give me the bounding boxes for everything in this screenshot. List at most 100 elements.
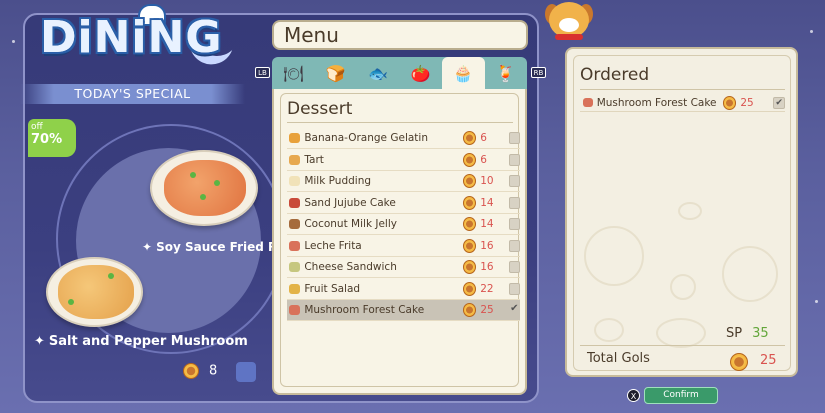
gol-coin-icon (722, 95, 737, 110)
gol-coin-icon (462, 131, 477, 145)
menu-item-price: 14 (480, 197, 494, 209)
menu-item-price: 10 (480, 175, 494, 187)
dessert-food-icon (289, 262, 301, 272)
dessert-food-icon (289, 219, 301, 229)
dog-mascot-icon (545, 0, 593, 44)
lb-button-icon[interactable]: LB (255, 67, 270, 78)
menu-item-price: 22 (480, 283, 494, 295)
drink-icon: 🍹 (495, 63, 516, 83)
confirm-button[interactable]: Confirm (644, 387, 718, 404)
dessert-food-icon (289, 176, 301, 186)
menu-item-name: Coconut Milk Jelly (304, 218, 397, 230)
gol-coin-icon (462, 239, 477, 253)
menu-item[interactable]: Banana-Orange Gelatin 6 (287, 128, 520, 149)
star-decoration (12, 40, 15, 43)
dish-name: Salt and Pepper Mushroom (48, 334, 248, 349)
menu-item[interactable]: Sand Jujube Cake 14 (287, 193, 520, 214)
tab-main-course[interactable]: 🍽 (272, 57, 315, 89)
menu-item[interactable]: Tart 6 (287, 150, 520, 171)
tab-dessert[interactable]: 🧁 (442, 57, 485, 89)
divider (580, 89, 785, 90)
star-decoration (810, 30, 813, 33)
pea-decoration (190, 172, 196, 178)
menu-item-price: 6 (480, 154, 487, 166)
vegetable-icon: 🍅 (410, 63, 431, 83)
check-icon[interactable]: ✔ (773, 96, 785, 109)
menu-item-name: Mushroom Forest Cake (304, 304, 425, 316)
dessert-food-icon (289, 198, 301, 208)
herb-decoration (68, 299, 74, 305)
food-watermark-decoration (670, 274, 696, 300)
dog-muzzle (559, 18, 579, 32)
ordered-item[interactable]: Mushroom Forest Cake 25 ✔ (580, 94, 785, 112)
ordered-panel: Ordered Mushroom Forest Cake 25 ✔ SP 35 T… (565, 47, 798, 377)
special-price-value: 8 (209, 363, 218, 379)
add-special-button[interactable] (236, 362, 256, 382)
menu-item[interactable]: Leche Frita 16 (287, 236, 520, 257)
dish-label-mushroom: ✦ Salt and Pepper Mushroom (34, 334, 248, 349)
menu-item[interactable]: Milk Pudding 10 (287, 171, 520, 192)
menu-item-checkbox[interactable] (508, 197, 520, 209)
menu-item-checkbox[interactable] (508, 240, 520, 252)
sp-value: 35 (752, 326, 769, 341)
mushroom-dish-image[interactable] (46, 257, 143, 327)
tab-drink[interactable]: 🍹 (485, 57, 528, 89)
gol-coin-icon (730, 353, 748, 371)
menu-item-name: Milk Pudding (304, 175, 372, 187)
divider (580, 345, 785, 346)
dessert-icon: 🧁 (453, 63, 474, 83)
fried-rice-food (164, 160, 246, 216)
menu-category-tabs: 🍽 🍞 🐟 🍅 🧁 🍹 (272, 57, 527, 89)
ordered-frame: Ordered Mushroom Forest Cake 25 ✔ SP 35 T… (573, 55, 791, 371)
ordered-title: Ordered (580, 65, 650, 85)
special-price: 8 (183, 363, 217, 379)
dessert-food-icon (289, 155, 301, 165)
star-decoration (815, 300, 818, 303)
menu-item[interactable]: Coconut Milk Jelly 14 (287, 214, 520, 235)
menu-list-frame: Dessert Banana-Orange Gelatin 6 Tart 6 M… (280, 93, 520, 387)
discount-badge: off 70% (28, 119, 76, 157)
category-title: Dessert (287, 99, 353, 119)
menu-item-price: 16 (480, 240, 494, 252)
menu-item[interactable]: Fruit Salad 22 (287, 279, 520, 300)
pea-decoration (214, 180, 220, 186)
dessert-food-icon (289, 305, 301, 315)
menu-item-selected[interactable]: Mushroom Forest Cake 25 ✔ (287, 300, 520, 321)
x-button-icon[interactable]: X (627, 389, 640, 402)
food-watermark-decoration (594, 318, 624, 342)
fried-rice-dish-image[interactable] (150, 150, 258, 226)
gol-coin-icon (462, 282, 477, 296)
menu-item-name: Banana-Orange Gelatin (304, 132, 428, 144)
discount-percent: 70% (31, 132, 63, 147)
dining-logo: DiNiNG (40, 12, 223, 63)
tab-fish[interactable]: 🐟 (357, 57, 400, 89)
fish-icon: 🐟 (368, 63, 389, 83)
menu-item-checkbox[interactable] (508, 132, 520, 144)
menu-item-price: 6 (480, 132, 487, 144)
menu-list-panel: Dessert Banana-Orange Gelatin 6 Tart 6 M… (272, 89, 527, 395)
menu-item-checkbox[interactable] (508, 283, 520, 295)
rb-button-icon[interactable]: RB (531, 67, 546, 78)
tab-vegetable[interactable]: 🍅 (400, 57, 443, 89)
menu-item-name: Leche Frita (304, 240, 362, 252)
todays-special-banner: TODAY'S SPECIAL (20, 84, 245, 104)
dessert-food-icon (289, 284, 301, 294)
menu-item-checkbox[interactable] (508, 261, 520, 273)
menu-item-checkbox[interactable] (508, 154, 520, 166)
menu-item-checkbox[interactable] (508, 175, 520, 187)
menu-item[interactable]: Cheese Sandwich 16 (287, 257, 520, 278)
divider (287, 122, 513, 123)
gol-coin-icon (462, 260, 477, 274)
dessert-food-icon (583, 98, 593, 107)
food-watermark-decoration (584, 226, 644, 286)
food-watermark-decoration (678, 202, 702, 220)
check-icon[interactable]: ✔ (509, 304, 520, 316)
menu-item-name: Sand Jujube Cake (304, 197, 396, 209)
tab-bread[interactable]: 🍞 (315, 57, 358, 89)
gol-coin-icon (462, 153, 477, 167)
dessert-food-icon (289, 133, 301, 143)
menu-item-checkbox[interactable] (508, 218, 520, 230)
menu-item-price: 25 (480, 304, 494, 316)
sp-label: SP (726, 326, 743, 341)
discount-off-label: off (31, 122, 43, 132)
